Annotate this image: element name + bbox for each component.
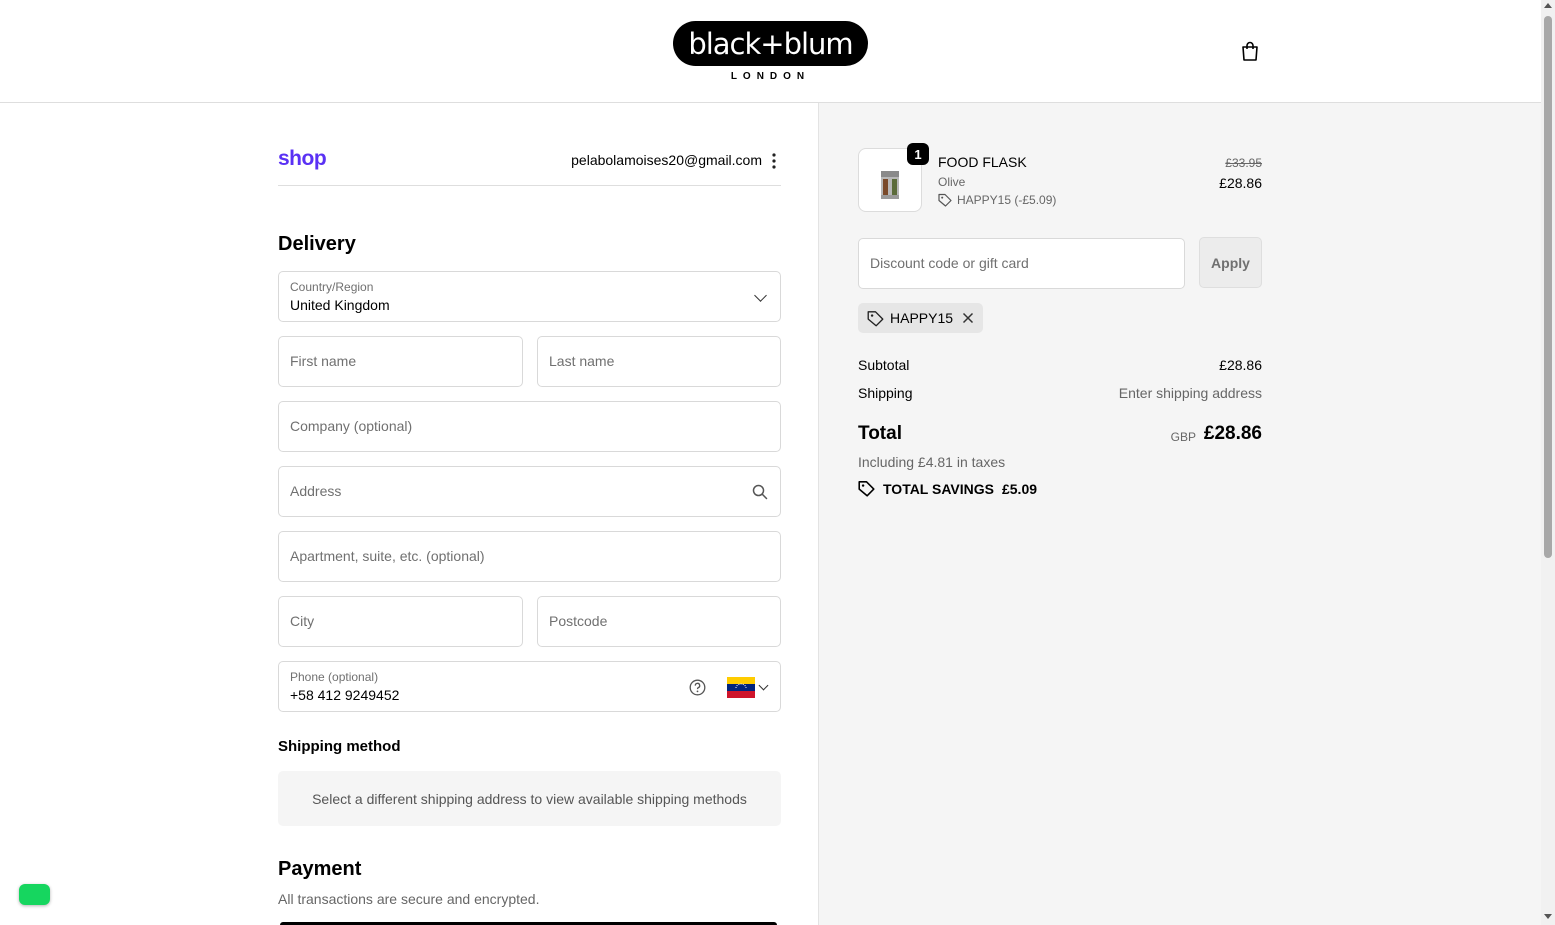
payment-subtitle: All transactions are secure and encrypte…	[278, 891, 540, 907]
shipping-label: Shipping	[858, 385, 913, 401]
shipping-method-message: Select a different shipping address to v…	[312, 790, 747, 807]
total-savings-value: £5.09	[1001, 480, 1038, 497]
shipping-method-heading: Shipping method	[278, 738, 401, 755]
divider	[278, 185, 781, 186]
applied-discount-code: HAPPY15	[890, 310, 954, 326]
chat-button[interactable]	[19, 884, 50, 905]
brand-name: black+blum	[688, 26, 853, 61]
brand-logo[interactable]: black+blum	[673, 21, 868, 66]
quantity-badge: 1	[907, 143, 929, 165]
shopping-bag-icon[interactable]	[1239, 40, 1261, 62]
payment-heading: Payment	[278, 858, 362, 880]
phone-label: Phone (optional)	[290, 670, 379, 684]
scroll-down-arrow-icon[interactable]	[1544, 914, 1552, 919]
product-name: FOOD FLASK	[938, 154, 1027, 170]
country-select[interactable]: Country/Region United Kingdom	[278, 271, 781, 322]
close-icon[interactable]	[962, 312, 974, 324]
currency-code: GBP	[1170, 430, 1196, 444]
apply-discount-button[interactable]: Apply	[1199, 237, 1262, 288]
product-discount: HAPPY15 (-£5.09)	[938, 193, 1056, 207]
city-placeholder: City	[290, 613, 315, 629]
country-value: United Kingdom	[290, 297, 390, 313]
page-scrollbar[interactable]	[1541, 0, 1555, 925]
shipping-value: Enter shipping address	[1118, 385, 1262, 401]
discount-code-input[interactable]: Discount code or gift card	[858, 238, 1185, 289]
product-price: £28.86	[1219, 175, 1262, 191]
delivery-heading: Delivery	[278, 233, 356, 255]
last-name-placeholder: Last name	[549, 353, 615, 369]
company-field[interactable]: Company (optional)	[278, 401, 781, 452]
company-placeholder: Company (optional)	[290, 418, 413, 434]
country-label: Country/Region	[290, 280, 374, 294]
shipping-method-notice: Select a different shipping address to v…	[278, 771, 781, 826]
applied-discount-chip: HAPPY15	[858, 303, 983, 333]
discount-code-placeholder: Discount code or gift card	[870, 255, 1029, 271]
total-value: £28.86	[1203, 423, 1262, 444]
address-field[interactable]: Address	[278, 466, 781, 517]
order-summary-panel	[818, 103, 1542, 925]
first-name-field[interactable]: First name	[278, 336, 523, 387]
last-name-field[interactable]: Last name	[537, 336, 781, 387]
tag-icon	[858, 481, 875, 497]
search-icon	[752, 484, 768, 500]
chevron-down-icon	[754, 289, 767, 302]
account-email: pelabolamoises20@gmail.com	[571, 152, 762, 168]
postcode-field[interactable]: Postcode	[537, 596, 781, 647]
apartment-field[interactable]: Apartment, suite, etc. (optional)	[278, 531, 781, 582]
scroll-up-arrow-icon[interactable]	[1544, 3, 1552, 8]
phone-value: +58 412 9249452	[290, 687, 400, 703]
apartment-placeholder: Apartment, suite, etc. (optional)	[290, 548, 485, 564]
total-savings-label: TOTAL SAVINGS	[883, 480, 994, 497]
subtotal-value: £28.86	[1219, 357, 1262, 373]
tax-note: Including £4.81 in taxes	[858, 454, 1006, 470]
total-savings: TOTAL SAVINGS £5.09	[858, 480, 1037, 497]
first-name-placeholder: First name	[290, 353, 357, 369]
help-icon[interactable]	[689, 679, 706, 696]
scrollbar-thumb[interactable]	[1544, 16, 1552, 558]
phone-field[interactable]: Phone (optional) +58 412 9249452	[278, 661, 781, 712]
address-placeholder: Address	[290, 483, 342, 499]
product-variant: Olive	[938, 175, 966, 189]
tag-icon	[938, 193, 952, 207]
site-header: black+blum LONDON	[0, 0, 1541, 103]
tag-icon	[867, 310, 884, 326]
postcode-placeholder: Postcode	[549, 613, 608, 629]
original-price: £33.95	[1225, 156, 1262, 170]
total-label: Total	[858, 423, 902, 444]
brand-subtitle: LONDON	[730, 71, 811, 82]
venezuela-flag-icon	[727, 677, 755, 698]
product-discount-text: HAPPY15 (-£5.09)	[957, 193, 1057, 207]
shop-pay-logo: shop	[278, 147, 327, 170]
city-field[interactable]: City	[278, 596, 523, 647]
more-options-icon[interactable]	[768, 152, 780, 170]
chevron-down-icon[interactable]	[758, 680, 769, 691]
subtotal-label: Subtotal	[858, 357, 910, 373]
apply-label: Apply	[1211, 254, 1250, 271]
